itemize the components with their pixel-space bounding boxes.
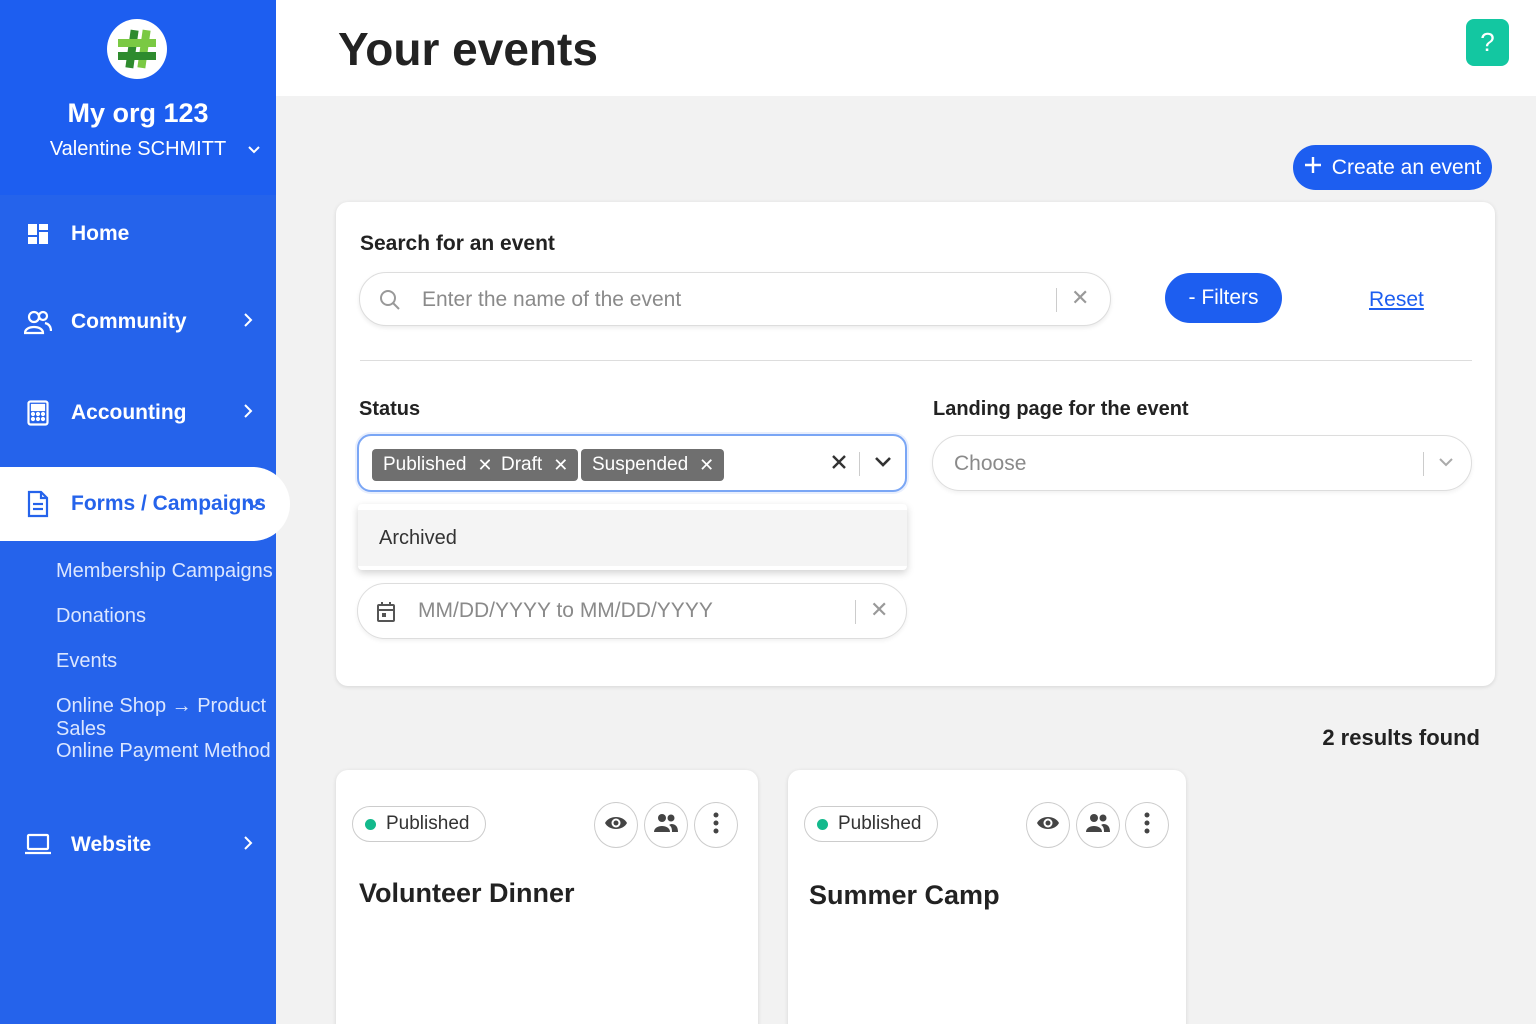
- plus-icon: [1304, 156, 1322, 180]
- clear-status-icon[interactable]: [830, 453, 848, 476]
- status-dot: [817, 818, 828, 830]
- more-options-button[interactable]: [1125, 802, 1169, 848]
- results-count: 2 results found: [1322, 725, 1480, 750]
- sub-item-donations[interactable]: Donations: [56, 605, 146, 628]
- chip-label: Draft: [501, 454, 543, 475]
- org-header: My org 123 Valentine SCHMITT: [0, 0, 276, 195]
- nav-accounting-label: Accounting: [71, 401, 187, 424]
- divider: [1056, 288, 1057, 312]
- nav-forms-label: Forms / Campaigns: [71, 492, 266, 515]
- date-range-field: ✕: [357, 583, 907, 639]
- people-icon: [653, 813, 679, 838]
- status-badge-label: Published: [838, 813, 922, 834]
- org-name: My org 123: [67, 98, 209, 128]
- status-chip: Suspended ✕: [581, 449, 725, 481]
- create-event-label: Create an event: [1331, 155, 1482, 179]
- chevron-down-icon[interactable]: [1437, 455, 1455, 474]
- landing-label: Landing page for the event: [933, 398, 1189, 420]
- nav-website-label: Website: [71, 833, 152, 856]
- nav-website[interactable]: Website: [0, 815, 276, 875]
- more-vertical-icon: [713, 812, 719, 839]
- chevron-down-icon: [246, 492, 262, 516]
- search-input[interactable]: [422, 285, 1042, 315]
- eye-icon: [1036, 814, 1060, 837]
- sub-item-membership[interactable]: Membership Campaigns: [56, 560, 273, 583]
- user-switcher[interactable]: Valentine SCHMITT: [0, 138, 276, 161]
- date-range-input[interactable]: [418, 596, 838, 626]
- event-card[interactable]: Published Summer Camp: [788, 770, 1186, 1024]
- clear-date-icon[interactable]: ✕: [870, 597, 888, 623]
- document-icon: [24, 490, 52, 518]
- status-label: Status: [359, 398, 421, 420]
- page-header: Your events ?: [276, 0, 1536, 96]
- nav-community[interactable]: Community: [0, 292, 276, 352]
- search-field: ✕: [359, 272, 1111, 326]
- nav-community-label: Community: [71, 310, 187, 333]
- clear-search-icon[interactable]: ✕: [1071, 285, 1089, 311]
- user-name: Valentine SCHMITT: [49, 138, 227, 160]
- divider: [859, 452, 860, 476]
- people-icon: [1085, 813, 1111, 838]
- more-vertical-icon: [1144, 812, 1150, 839]
- status-chip: Published ✕: [372, 449, 503, 481]
- nav-forms-campaigns[interactable]: Forms / Campaigns: [0, 467, 290, 541]
- participants-button[interactable]: [644, 802, 688, 848]
- status-select[interactable]: Published ✕ Draft ✕ Suspended ✕: [357, 434, 907, 492]
- status-dropdown-menu: Archived: [358, 504, 907, 570]
- create-event-button[interactable]: Create an event: [1293, 145, 1492, 190]
- chip-label: Suspended: [592, 454, 689, 475]
- chevron-right-icon: [242, 310, 254, 334]
- people-icon: [24, 308, 52, 336]
- event-title: Volunteer Dinner: [359, 878, 575, 908]
- filters-button[interactable]: - Filters: [1165, 273, 1282, 323]
- eye-icon: [604, 814, 628, 837]
- status-dot: [365, 818, 376, 830]
- search-card: Search for an event ✕ - Filters Reset St…: [336, 202, 1495, 686]
- status-option-archived[interactable]: Archived: [358, 510, 907, 566]
- view-button[interactable]: [1026, 802, 1070, 848]
- reset-link[interactable]: Reset: [1369, 288, 1424, 312]
- divider: [360, 360, 1472, 361]
- sub-item-payment[interactable]: Online Payment Method: [56, 740, 271, 763]
- remove-chip-icon[interactable]: ✕: [553, 455, 568, 476]
- status-badge: Published: [804, 806, 939, 842]
- chevron-down-icon[interactable]: [873, 454, 893, 475]
- divider: [855, 600, 856, 624]
- landing-page-select[interactable]: Choose: [932, 435, 1472, 491]
- remove-chip-icon[interactable]: ✕: [699, 455, 714, 476]
- more-options-button[interactable]: [694, 802, 738, 848]
- landing-placeholder: Choose: [954, 452, 1027, 475]
- status-chip: Draft ✕: [490, 449, 579, 481]
- search-label: Search for an event: [360, 232, 555, 255]
- sidebar: My org 123 Valentine SCHMITT Home Commun…: [0, 0, 290, 1024]
- sub-item-events[interactable]: Events: [56, 650, 117, 673]
- search-icon: [378, 288, 402, 317]
- sub-item-online-shop[interactable]: Online Shop → Product Sales: [56, 695, 276, 741]
- dashboard-icon: [24, 220, 52, 248]
- nav-accounting[interactable]: Accounting: [0, 383, 276, 443]
- status-badge-label: Published: [386, 813, 470, 834]
- chevron-right-icon: [242, 401, 254, 425]
- calendar-icon: [376, 601, 396, 628]
- event-card[interactable]: Published Volunteer Dinner: [336, 770, 758, 1024]
- org-logo: [107, 19, 167, 79]
- status-badge: Published: [352, 806, 487, 842]
- help-button[interactable]: ?: [1466, 19, 1509, 66]
- event-title: Summer Camp: [809, 880, 1000, 910]
- nav-home[interactable]: Home: [0, 204, 276, 264]
- participants-button[interactable]: [1076, 802, 1120, 848]
- calculator-icon: [24, 399, 52, 427]
- laptop-icon: [24, 831, 52, 859]
- view-button[interactable]: [594, 802, 638, 848]
- chip-label: Published: [383, 454, 467, 475]
- divider: [1423, 452, 1424, 476]
- nav-home-label: Home: [71, 222, 130, 245]
- chevron-down-icon: [246, 140, 262, 163]
- chevron-right-icon: [242, 833, 254, 857]
- page-title: Your events: [338, 23, 598, 75]
